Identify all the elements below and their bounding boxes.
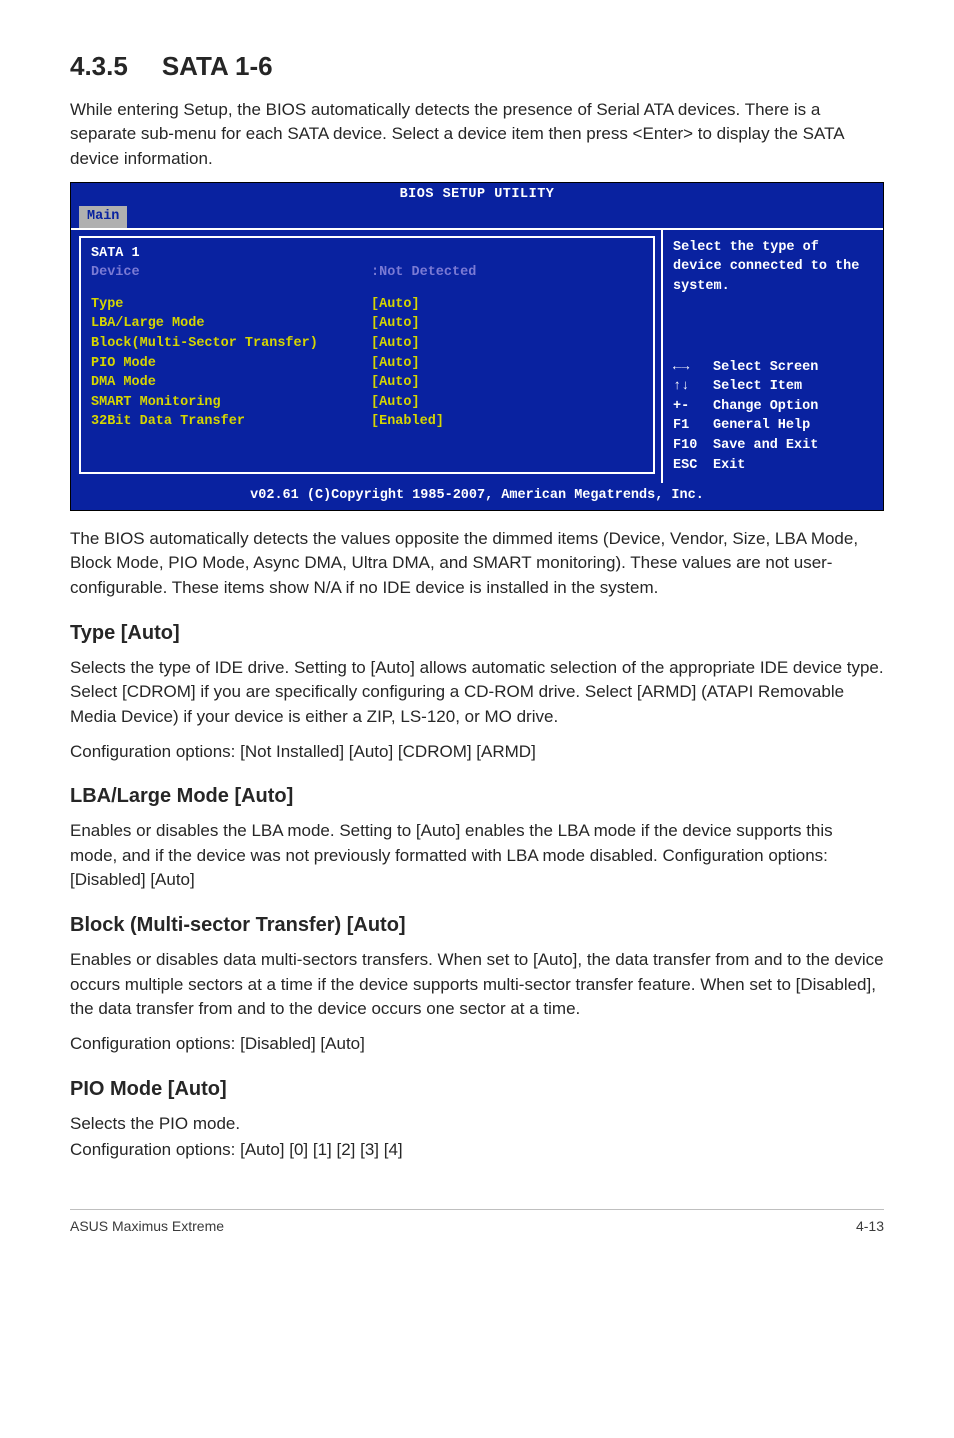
bios-option-row[interactable]: Type [Auto]	[91, 295, 643, 315]
bios-key-desc: Change Option	[713, 397, 818, 417]
bios-option-label: Type	[91, 295, 371, 315]
bios-option-value: [Auto]	[371, 354, 420, 374]
bios-option-row[interactable]: Block(Multi-Sector Transfer) [Auto]	[91, 334, 643, 354]
type-body: Selects the type of IDE drive. Setting t…	[70, 656, 884, 730]
section-title: SATA 1-6	[162, 51, 273, 81]
pio-heading: PIO Mode [Auto]	[70, 1075, 884, 1104]
bios-option-row[interactable]: SMART Monitoring [Auto]	[91, 393, 643, 413]
bios-key: F1	[673, 416, 713, 436]
bios-keys: ←→Select Screen ↑↓Select Item +-Change O…	[673, 358, 875, 475]
bios-key-desc: Select Item	[713, 377, 802, 397]
bios-key-row: +-Change Option	[673, 397, 875, 417]
bios-key-desc: Exit	[713, 456, 745, 476]
bios-title: BIOS SETUP UTILITY	[71, 183, 883, 207]
bios-option-row[interactable]: 32Bit Data Transfer [Enabled]	[91, 412, 643, 432]
type-heading: Type [Auto]	[70, 619, 884, 648]
bios-key-desc: General Help	[713, 416, 810, 436]
page-footer: ASUS Maximus Extreme 4-13	[70, 1209, 884, 1236]
footer-left: ASUS Maximus Extreme	[70, 1216, 224, 1236]
bios-tabbar: Main	[71, 206, 883, 228]
bios-device-row: Device :Not Detected	[91, 263, 643, 283]
bios-help-text: Select the type of device connected to t…	[673, 238, 875, 358]
bios-body: SATA 1 Device :Not Detected Type [Auto] …	[71, 228, 883, 483]
bios-option-value: [Auto]	[371, 314, 420, 334]
bios-option-row[interactable]: DMA Mode [Auto]	[91, 373, 643, 393]
bios-key: ↑↓	[673, 377, 713, 397]
pio-body: Selects the PIO mode.	[70, 1112, 884, 1137]
bios-key-desc: Select Screen	[713, 358, 818, 378]
bios-key: +-	[673, 397, 713, 417]
bios-key-row: ↑↓Select Item	[673, 377, 875, 397]
after-bios-text: The BIOS automatically detects the value…	[70, 527, 884, 601]
bios-option-value: [Auto]	[371, 334, 420, 354]
bios-option-row[interactable]: LBA/Large Mode [Auto]	[91, 314, 643, 334]
bios-option-row[interactable]: PIO Mode [Auto]	[91, 354, 643, 374]
section-intro: While entering Setup, the BIOS automatic…	[70, 98, 884, 172]
block-config: Configuration options: [Disabled] [Auto]	[70, 1032, 884, 1057]
bios-key: ESC	[673, 456, 713, 476]
bios-option-value: [Auto]	[371, 393, 420, 413]
footer-right: 4-13	[856, 1216, 884, 1236]
bios-panel: SATA 1 Device :Not Detected Type [Auto] …	[79, 236, 655, 474]
bios-right-pane: Select the type of device connected to t…	[661, 230, 883, 483]
bios-device-label: Device	[91, 263, 371, 283]
bios-key: F10	[673, 436, 713, 456]
bios-option-label: 32Bit Data Transfer	[91, 412, 371, 432]
spacer	[91, 283, 643, 295]
bios-device-value: :Not Detected	[371, 263, 476, 283]
section-number: 4.3.5	[70, 48, 128, 86]
bios-key-row: F10Save and Exit	[673, 436, 875, 456]
bios-option-value: [Auto]	[371, 295, 420, 315]
block-heading: Block (Multi-sector Transfer) [Auto]	[70, 911, 884, 940]
bios-tab-main[interactable]: Main	[79, 206, 127, 228]
bios-option-value: [Enabled]	[371, 412, 444, 432]
bios-key-row: F1General Help	[673, 416, 875, 436]
type-config: Configuration options: [Not Installed] […	[70, 740, 884, 765]
bios-left-pane: SATA 1 Device :Not Detected Type [Auto] …	[71, 230, 661, 483]
bios-panel-header: SATA 1	[91, 244, 643, 264]
bios-footer: v02.61 (C)Copyright 1985-2007, American …	[71, 483, 883, 510]
bios-option-label: DMA Mode	[91, 373, 371, 393]
lba-body: Enables or disables the LBA mode. Settin…	[70, 819, 884, 893]
bios-key-desc: Save and Exit	[713, 436, 818, 456]
bios-option-value: [Auto]	[371, 373, 420, 393]
bios-key-row: ←→Select Screen	[673, 358, 875, 378]
bios-key: ←→	[673, 358, 713, 378]
bios-option-label: Block(Multi-Sector Transfer)	[91, 334, 371, 354]
pio-config: Configuration options: [Auto] [0] [1] [2…	[70, 1138, 884, 1163]
block-body: Enables or disables data multi-sectors t…	[70, 948, 884, 1022]
bios-key-row: ESCExit	[673, 456, 875, 476]
bios-window: BIOS SETUP UTILITY Main SATA 1 Device :N…	[70, 182, 884, 511]
section-heading: 4.3.5 SATA 1-6	[70, 48, 884, 86]
bios-option-label: SMART Monitoring	[91, 393, 371, 413]
bios-option-label: PIO Mode	[91, 354, 371, 374]
lba-heading: LBA/Large Mode [Auto]	[70, 782, 884, 811]
bios-option-label: LBA/Large Mode	[91, 314, 371, 334]
